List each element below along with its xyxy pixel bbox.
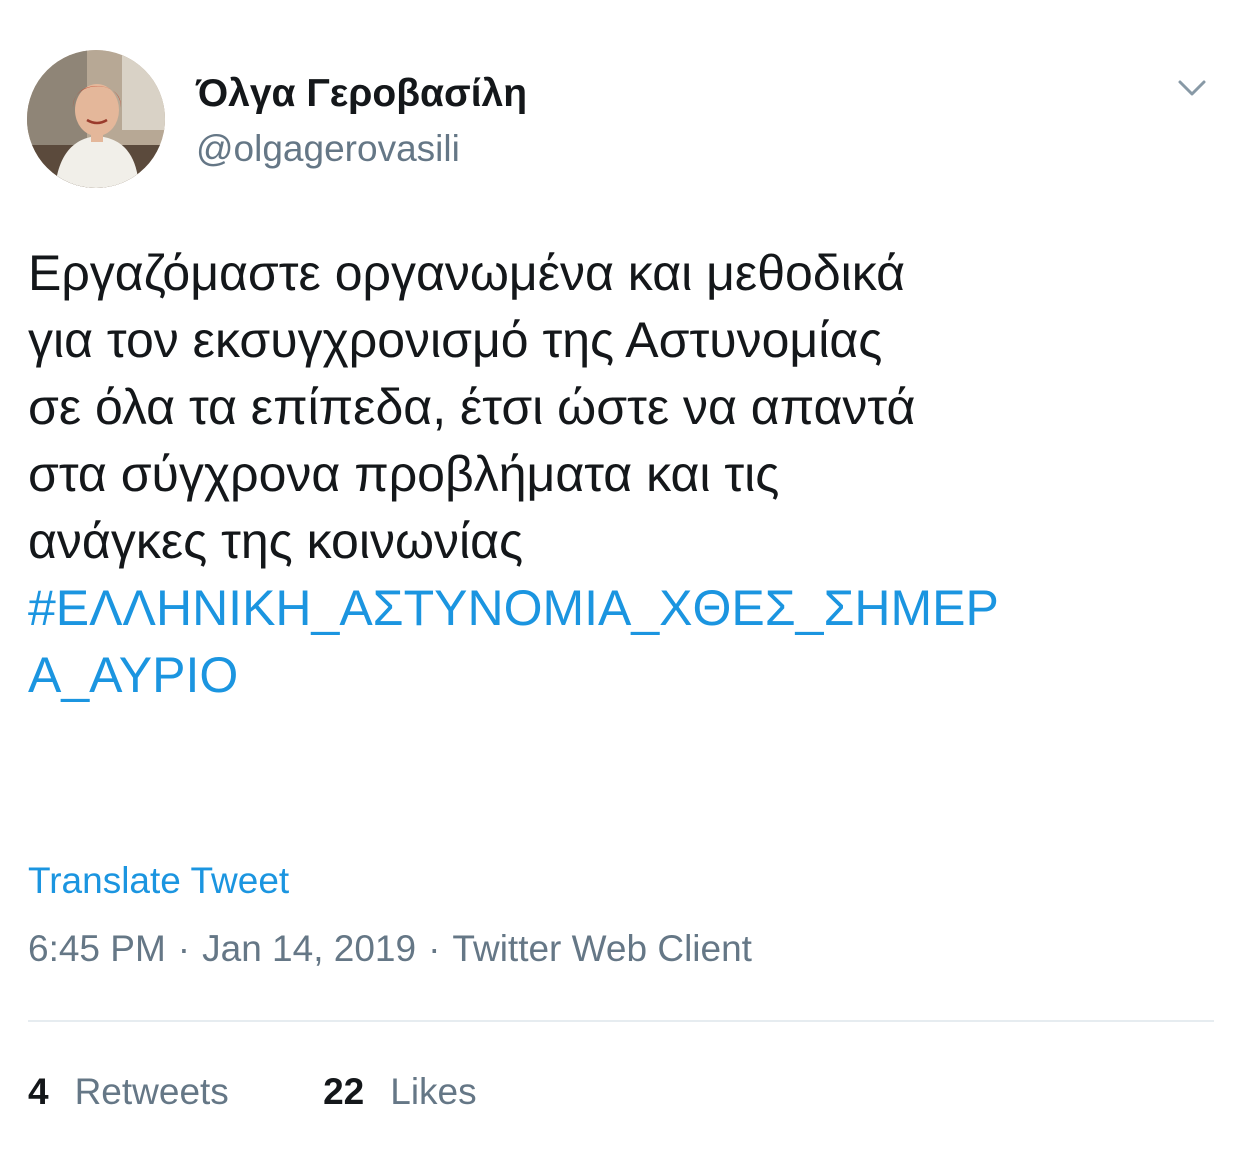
tweet-date[interactable]: Jan 14, 2019 <box>202 928 416 969</box>
tweet-text-line: Εργαζόμαστε οργανωμένα και μεθοδικά <box>28 245 906 301</box>
avatar[interactable] <box>27 50 165 188</box>
tweet-text-line: σε όλα τα επίπεδα, έτσι ώστε να απαντά <box>28 379 916 435</box>
retweets-count: 4 <box>28 1071 49 1112</box>
hashtag-line: #ΕΛΛΗΝΙΚΗ_ΑΣΤΥΝΟΜΙΑ_ΧΘΕΣ_ΣΗΜΕΡ <box>28 580 999 636</box>
likes-stat[interactable]: 22 Likes <box>323 1071 477 1113</box>
hashtag-link[interactable]: #ΕΛΛΗΝΙΚΗ_ΑΣΤΥΝΟΜΙΑ_ΧΘΕΣ_ΣΗΜΕΡ Α_ΑΥΡΙΟ <box>28 575 1218 709</box>
tweet-menu-button[interactable] <box>1170 66 1214 110</box>
tweet-text-line: στα σύγχρονα προβλήματα και τις <box>28 446 780 502</box>
translate-tweet-link[interactable]: Translate Tweet <box>28 860 289 902</box>
user-handle[interactable]: @olgagerovasili <box>196 128 460 170</box>
tweet-text: Εργαζόμαστε οργανωμένα και μεθοδικά για … <box>28 240 1218 709</box>
retweets-label: Retweets <box>74 1071 229 1112</box>
tweet-source[interactable]: Twitter Web Client <box>452 928 752 969</box>
tweet-detail: Όλγα Γεροβασίλη @olgagerovasili Εργαζόμα… <box>0 0 1242 1157</box>
tweet-time[interactable]: 6:45 PM <box>28 928 166 969</box>
divider <box>28 1020 1214 1022</box>
likes-count: 22 <box>323 1071 365 1112</box>
hashtag-line: Α_ΑΥΡΙΟ <box>28 647 239 703</box>
tweet-meta: 6:45 PM · Jan 14, 2019 · Twitter Web Client <box>28 928 752 970</box>
retweets-stat[interactable]: 4 Retweets <box>28 1071 229 1113</box>
chevron-down-icon <box>1178 80 1206 96</box>
meta-separator: · <box>177 928 191 969</box>
tweet-text-line: ανάγκες της κοινωνίας <box>28 513 524 569</box>
meta-separator: · <box>428 928 441 969</box>
tweet-stats: 4 Retweets 22 Likes <box>28 1071 477 1113</box>
tweet-text-line: για τον εκσυγχρονισμό της Αστυνομίας <box>28 312 883 368</box>
likes-label: Likes <box>390 1071 477 1112</box>
display-name[interactable]: Όλγα Γεροβασίλη <box>196 72 527 116</box>
avatar-photo <box>27 50 165 188</box>
